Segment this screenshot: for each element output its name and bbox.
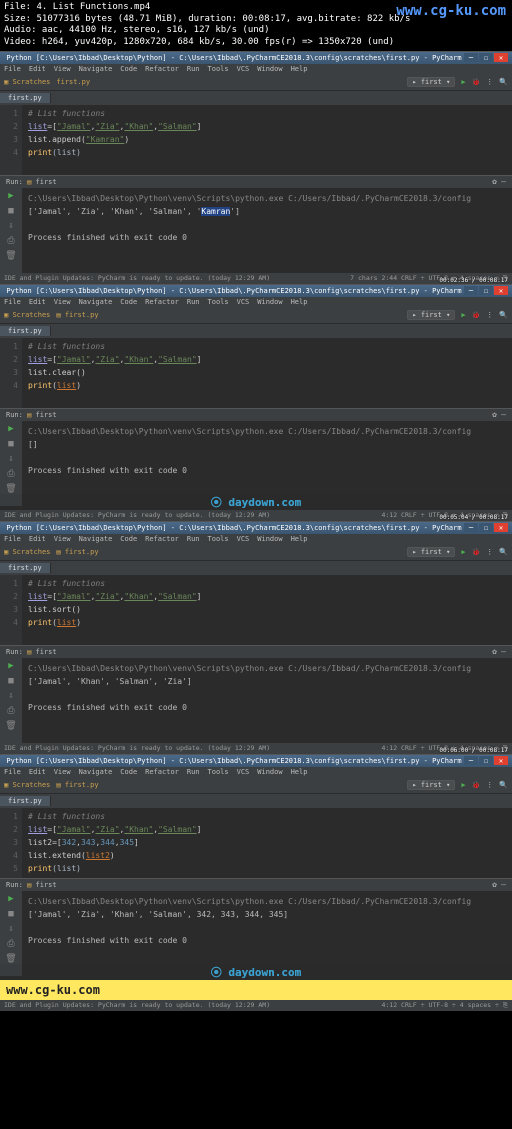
down-icon[interactable]: ⇩ bbox=[8, 222, 13, 231]
titlebar: Python [C:\Users\Ibbad\Desktop\Python] -… bbox=[0, 52, 512, 64]
run-panel: ▶ ■ ⇩ ⎙ 🗑 C:\Users\Ibbad\Desktop\Python\… bbox=[0, 188, 512, 273]
stop-icon[interactable]: ■ bbox=[8, 207, 13, 216]
pycharm-window-1: Python [C:\Users\Ibbad\Desktop\Python] -… bbox=[0, 51, 512, 284]
trash-icon[interactable]: 🗑 bbox=[5, 252, 16, 261]
menu-code[interactable]: Code bbox=[120, 65, 137, 73]
menu-help[interactable]: Help bbox=[291, 65, 308, 73]
console-output[interactable]: C:\Users\Ibbad\Desktop\Python\venv\Scrip… bbox=[22, 188, 512, 273]
menu-tools[interactable]: Tools bbox=[208, 65, 229, 73]
close-button[interactable]: ✕ bbox=[494, 286, 508, 295]
menu-run[interactable]: Run bbox=[187, 65, 200, 73]
filepath-crumb[interactable]: first.py bbox=[56, 78, 90, 86]
audio-line: Audio: aac, 44100 Hz, stereo, s16, 127 k… bbox=[4, 25, 508, 37]
menu-vcs[interactable]: VCS bbox=[237, 65, 250, 73]
menu-file[interactable]: File bbox=[4, 65, 21, 73]
line-gutter: 1234 bbox=[0, 105, 22, 175]
run-config-selector[interactable]: ▸ first ▾ bbox=[407, 77, 455, 87]
daydown-watermark: ⦿ daydown.com bbox=[211, 966, 301, 979]
minimize-button[interactable]: ─ bbox=[464, 53, 478, 62]
video-line: Video: h264, yuv420p, 1280x720, 684 kb/s… bbox=[4, 37, 508, 49]
menubar: File Edit View Navigate Code Refactor Ru… bbox=[0, 64, 512, 75]
video-metadata: File: 4. List Functions.mp4 Size: 510773… bbox=[0, 0, 512, 51]
menu-navigate[interactable]: Navigate bbox=[79, 65, 113, 73]
menu-edit[interactable]: Edit bbox=[29, 65, 46, 73]
menu-window[interactable]: Window bbox=[257, 65, 282, 73]
more-icon[interactable]: ⋮ bbox=[486, 78, 493, 86]
statusbar: IDE and Plugin Updates: PyCharm is ready… bbox=[0, 273, 512, 284]
maximize-button[interactable]: ☐ bbox=[479, 286, 493, 295]
status-left[interactable]: IDE and Plugin Updates: PyCharm is ready… bbox=[4, 274, 270, 282]
pycharm-window-2: Python [C:\Users\Ibbad\Desktop\Python] -… bbox=[0, 284, 512, 521]
editor-tabs: first.py bbox=[0, 91, 512, 105]
collapse-icon[interactable]: — bbox=[501, 177, 506, 186]
menu-refactor[interactable]: Refactor bbox=[145, 65, 179, 73]
search-icon[interactable]: 🔍 bbox=[499, 78, 508, 86]
code-content[interactable]: # List functions list=["Jamal","Zia","Kh… bbox=[22, 105, 512, 175]
run-panel-header: Run: ▤ first ✿ — bbox=[0, 175, 512, 188]
pycharm-window-4: Python [C:\Users\Ibbad\Desktop\Python] -… bbox=[0, 754, 512, 980]
daydown-watermark: ⦿ daydown.com bbox=[211, 496, 301, 509]
editor-area[interactable]: 1234 # List functions list=["Jamal","Zia… bbox=[0, 105, 512, 175]
run-icon[interactable]: ▶ bbox=[461, 78, 465, 86]
debug-icon[interactable]: 🐞 bbox=[472, 78, 481, 86]
watermark-link[interactable]: www.cg-ku.com bbox=[396, 2, 506, 20]
menu-view[interactable]: View bbox=[54, 65, 71, 73]
export-icon[interactable]: ⎙ bbox=[7, 237, 14, 246]
footer-link[interactable]: www.cg-ku.com bbox=[0, 980, 512, 1000]
maximize-button[interactable]: ☐ bbox=[479, 53, 493, 62]
rerun-icon[interactable]: ▶ bbox=[8, 192, 13, 201]
toolbar: ▣ Scratches first.py ▸ first ▾ ▶ 🐞 ⋮ 🔍 bbox=[0, 75, 512, 91]
scratches-icon[interactable]: ▣ Scratches bbox=[4, 78, 50, 86]
minimize-button[interactable]: ─ bbox=[464, 286, 478, 295]
run-gutter: ▶ ■ ⇩ ⎙ 🗑 bbox=[0, 188, 22, 273]
video-timestamp: 00:02:36 / 00:08:17 bbox=[439, 277, 508, 284]
gear-icon[interactable]: ✿ bbox=[492, 177, 497, 186]
pycharm-window-3: Python [C:\Users\Ibbad\Desktop\Python] -… bbox=[0, 521, 512, 754]
tab-first[interactable]: first.py bbox=[0, 93, 51, 103]
close-button[interactable]: ✕ bbox=[494, 53, 508, 62]
